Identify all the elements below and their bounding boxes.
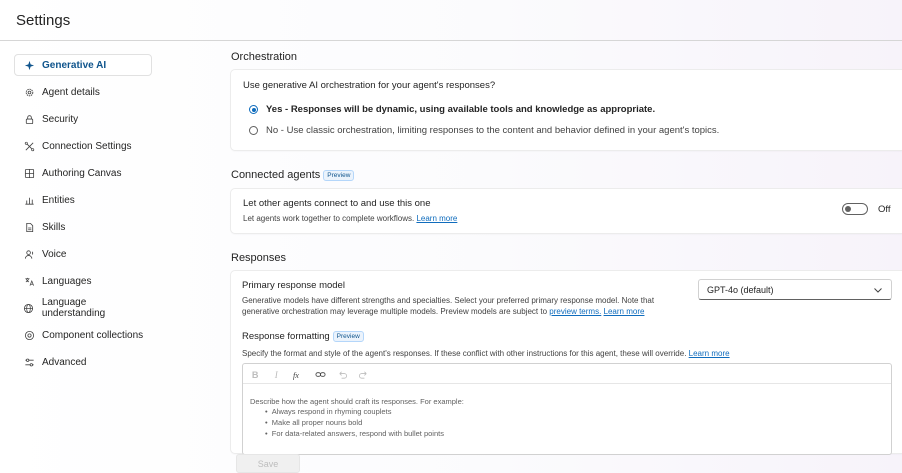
sliders-icon bbox=[22, 355, 36, 369]
entities-icon bbox=[22, 193, 36, 207]
redo-icon[interactable] bbox=[357, 368, 369, 380]
sidebar-item-label: Entities bbox=[42, 194, 75, 206]
primary-model-title: Primary response model bbox=[242, 280, 345, 291]
connected-agents-learn-more-link[interactable]: Learn more bbox=[416, 214, 457, 223]
page-title: Settings bbox=[16, 12, 71, 29]
sidebar-item-connection-settings[interactable]: Connection Settings bbox=[14, 135, 152, 157]
sidebar-item-label: Language understanding bbox=[41, 297, 106, 319]
orchestration-yes-label[interactable]: Yes - Responses will be dynamic, using a… bbox=[266, 104, 655, 115]
editor-placeholder-line: Describe how the agent should craft its … bbox=[250, 397, 464, 406]
preview-terms-link[interactable]: preview terms. bbox=[549, 307, 601, 316]
primary-model-select[interactable]: GPT-4o (default) bbox=[698, 279, 892, 300]
response-formatting-learn-more-link[interactable]: Learn more bbox=[689, 349, 730, 358]
editor-placeholder-bullet-text: For data-related answers, respond with b… bbox=[271, 429, 444, 438]
lock-icon bbox=[22, 112, 36, 126]
svg-text:fx: fx bbox=[293, 371, 299, 380]
primary-model-description-line1: Generative models have different strengt… bbox=[242, 296, 655, 305]
responses-section-title: Responses bbox=[231, 252, 287, 264]
connected-agents-setting-title: Let other agents connect to and use this… bbox=[243, 198, 431, 209]
editor-placeholder-bullet-text: Always respond in rhyming couplets bbox=[271, 407, 392, 416]
editor-placeholder-bullet: • Make all proper nouns bold bbox=[265, 418, 363, 427]
response-formatting-description-text: Specify the format and style of the agen… bbox=[242, 349, 687, 358]
connected-agents-toggle[interactable] bbox=[842, 203, 868, 215]
response-formatting-description: Specify the format and style of the agen… bbox=[242, 349, 730, 358]
page-header: Settings bbox=[0, 0, 902, 41]
preview-badge: Preview bbox=[332, 331, 364, 342]
svg-text:I: I bbox=[273, 370, 278, 380]
chevron-down-icon bbox=[873, 285, 883, 295]
sidebar-item-label: Advanced bbox=[42, 356, 87, 368]
orchestration-no-label[interactable]: No - Use classic orchestration, limiting… bbox=[266, 125, 719, 136]
sidebar-item-label: Generative AI bbox=[42, 59, 107, 71]
connected-agents-section-title: Connected agents Preview bbox=[231, 169, 355, 181]
orchestration-question: Use generative AI orchestration for your… bbox=[243, 80, 496, 91]
sidebar-item-label: Authoring Canvas bbox=[42, 167, 122, 179]
sidebar-item-component-collections[interactable]: Component collections bbox=[14, 324, 152, 346]
save-button[interactable]: Save bbox=[236, 454, 300, 473]
sidebar-item-label: Connection Settings bbox=[42, 140, 132, 152]
sidebar-item-generative-ai[interactable]: Generative AI bbox=[14, 54, 152, 76]
sidebar-item-label: Languages bbox=[42, 275, 92, 287]
canvas-icon bbox=[22, 166, 36, 180]
sidebar-item-label: Skills bbox=[42, 221, 66, 233]
response-formatting-editor[interactable]: B I fx Describe how the agent should cra… bbox=[242, 363, 892, 455]
sidebar-item-label: Security bbox=[42, 113, 79, 125]
primary-model-description-text: generative orchestration may leverage mu… bbox=[242, 307, 548, 316]
connected-agents-description-text: Let agents work together to complete wor… bbox=[243, 214, 415, 223]
connected-agents-card: Let other agents connect to and use this… bbox=[231, 189, 902, 233]
response-formatting-title-row: Response formatting Preview bbox=[242, 331, 364, 342]
editor-placeholder-bullet: • Always respond in rhyming couplets bbox=[265, 407, 392, 416]
sidebar-item-languages[interactable]: Languages bbox=[14, 270, 152, 292]
skills-icon bbox=[22, 220, 36, 234]
sparkle-icon bbox=[22, 58, 36, 72]
plug-icon bbox=[22, 139, 36, 153]
editor-placeholder-bullet: • For data-related answers, respond with… bbox=[265, 429, 444, 438]
sidebar-item-voice[interactable]: Voice bbox=[14, 243, 152, 265]
sidebar-item-entities[interactable]: Entities bbox=[14, 189, 152, 211]
connected-agents-description: Let agents work together to complete wor… bbox=[243, 214, 457, 223]
orchestration-yes-radio[interactable] bbox=[249, 105, 258, 114]
bold-icon[interactable]: B bbox=[249, 368, 261, 380]
sidebar-item-language-understanding[interactable]: Language understanding bbox=[14, 297, 152, 319]
sidebar-item-agent-details[interactable]: Agent details bbox=[14, 81, 152, 103]
formula-icon[interactable]: fx bbox=[292, 368, 304, 380]
editor-toolbar: B I fx bbox=[243, 364, 891, 384]
primary-model-learn-more-link[interactable]: Learn more bbox=[604, 307, 645, 316]
orchestration-no-radio[interactable] bbox=[249, 126, 258, 135]
sidebar-item-label: Agent details bbox=[42, 86, 100, 98]
link-icon[interactable] bbox=[314, 368, 326, 380]
responses-card: Primary response model Generative models… bbox=[231, 271, 902, 455]
connected-agents-toggle-label: Off bbox=[878, 204, 891, 215]
response-formatting-title: Response formatting bbox=[242, 331, 330, 343]
sidebar-item-advanced[interactable]: Advanced bbox=[14, 351, 152, 373]
italic-icon[interactable]: I bbox=[271, 368, 283, 380]
sidebar-item-authoring-canvas[interactable]: Authoring Canvas bbox=[14, 162, 152, 184]
primary-model-description-line2: generative orchestration may leverage mu… bbox=[242, 307, 644, 316]
svg-text:B: B bbox=[251, 370, 258, 380]
undo-icon[interactable] bbox=[336, 368, 348, 380]
orchestration-section-title: Orchestration bbox=[231, 51, 298, 63]
gear-icon bbox=[22, 85, 36, 99]
editor-placeholder-bullet-text: Make all proper nouns bold bbox=[271, 418, 363, 427]
languages-icon bbox=[22, 274, 36, 288]
voice-icon bbox=[22, 247, 36, 261]
sidebar-item-label: Voice bbox=[42, 248, 67, 260]
collections-icon bbox=[22, 328, 36, 342]
connected-agents-title: Connected agents bbox=[231, 169, 321, 181]
primary-model-select-value: GPT-4o (default) bbox=[707, 284, 774, 295]
preview-badge: Preview bbox=[323, 169, 355, 181]
globe-icon bbox=[22, 301, 36, 315]
sidebar-item-label: Component collections bbox=[42, 329, 144, 341]
sidebar-item-skills[interactable]: Skills bbox=[14, 216, 152, 238]
sidebar-item-security[interactable]: Security bbox=[14, 108, 152, 130]
orchestration-card: Use generative AI orchestration for your… bbox=[231, 70, 902, 150]
